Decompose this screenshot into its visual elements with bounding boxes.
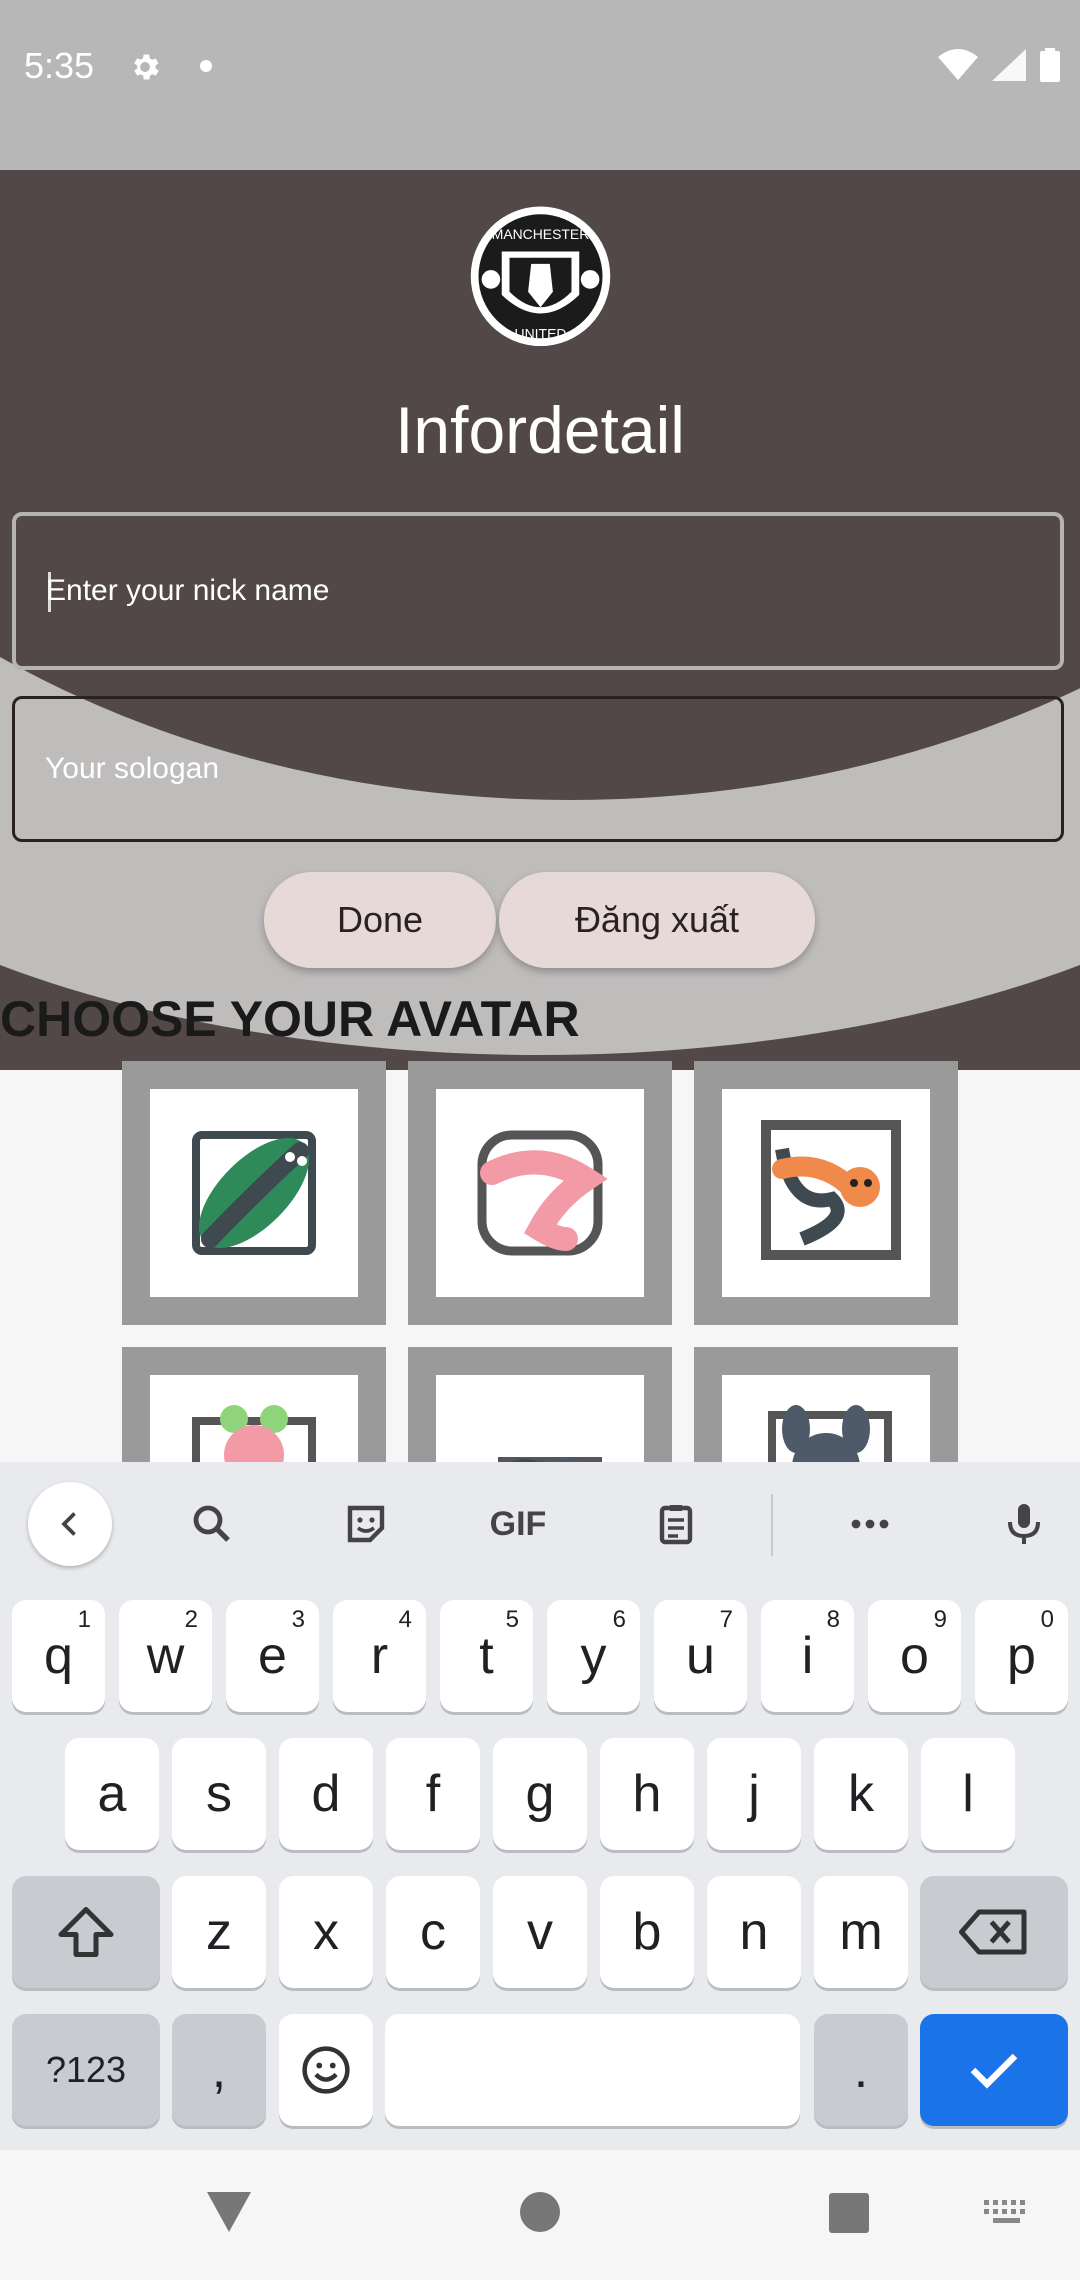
enter-key[interactable] [920,2014,1068,2126]
keyboard-toolbar: GIF [0,1462,1080,1586]
symbols-key[interactable]: ?123 [12,2014,160,2126]
toolbar-divider [771,1494,773,1556]
key-hint: 7 [719,1606,733,1633]
backspace-icon [959,1909,1027,1955]
key-n[interactable]: n [707,1876,801,1988]
key-label: e [258,1627,287,1685]
key-h[interactable]: h [600,1738,694,1850]
key-hint: 8 [826,1606,840,1633]
key-d[interactable]: d [279,1738,373,1850]
key-u[interactable]: u7 [654,1600,747,1712]
caterpillar-leaf-avatar [192,1131,316,1255]
key-m[interactable]: m [814,1876,908,1988]
key-y[interactable]: y6 [547,1600,640,1712]
key-label: q [44,1627,73,1685]
key-i[interactable]: i8 [761,1600,854,1712]
key-hint: 3 [291,1606,305,1633]
key-hint: 9 [933,1606,947,1633]
status-icons [938,48,1060,82]
chevron-left-icon[interactable] [28,1482,112,1566]
key-t[interactable]: t5 [440,1600,533,1712]
system-nav-bar [0,2150,1080,2280]
clipboard-icon[interactable] [636,1484,716,1564]
comma-key[interactable]: , [172,2014,266,2126]
avatar-option-2[interactable] [408,1061,672,1325]
notification-dot-icon [200,60,212,72]
slogan-placeholder: Your sologan [45,752,220,785]
club-logo: MANCHESTER UNITED [470,206,611,347]
shift-icon [58,1907,114,1957]
gear-icon [128,50,162,89]
soft-keyboard: GIF q1 w2 e3 r4 t5 y6 u7 i8 o9 p0 a s d … [0,1462,1080,2150]
key-z[interactable]: z [172,1876,266,1988]
key-o[interactable]: o9 [868,1600,961,1712]
key-hint: 0 [1040,1606,1054,1633]
logout-button[interactable]: Đăng xuất [499,872,815,968]
key-f[interactable]: f [386,1738,480,1850]
logo-text-bottom: UNITED [515,325,567,341]
key-q[interactable]: q1 [12,1600,105,1712]
key-a[interactable]: a [65,1738,159,1850]
checkmark-icon [970,2053,1018,2089]
cellular-signal-icon [992,49,1026,81]
key-r[interactable]: r4 [333,1600,426,1712]
page-title: Infordetail [395,393,685,467]
key-label: u [686,1627,715,1685]
key-p[interactable]: p0 [975,1600,1068,1712]
key-hint: 4 [398,1606,412,1633]
emoji-icon [302,2046,350,2094]
avatar-option-3[interactable] [694,1061,958,1325]
search-icon[interactable] [172,1484,252,1564]
recents-square-icon[interactable] [828,2192,870,2234]
key-label: w [146,1627,185,1685]
shift-key[interactable] [12,1876,160,1988]
key-label: p [1007,1627,1036,1685]
key-c[interactable]: c [386,1876,480,1988]
key-label: o [900,1627,929,1685]
keyboard-icon[interactable] [984,2200,1030,2228]
space-key[interactable] [385,2014,800,2126]
key-label: t [479,1627,494,1685]
key-w[interactable]: w2 [119,1600,212,1712]
key-e[interactable]: e3 [226,1600,319,1712]
battery-icon [1040,48,1060,82]
logo-text-top: MANCHESTER [492,226,590,242]
key-b[interactable]: b [600,1876,694,1988]
home-circle-icon[interactable] [518,2190,562,2234]
key-k[interactable]: k [814,1738,908,1850]
key-label: y [580,1627,607,1685]
avatar-section-title: CHOOSE YOUR AVATAR [0,991,580,1047]
key-label: i [801,1627,814,1685]
key-g[interactable]: g [493,1738,587,1850]
avatar-option-1[interactable] [122,1061,386,1325]
nickname-input[interactable]: Enter your nick name [12,512,1064,670]
status-time: 5:35 [24,45,95,86]
key-hint: 1 [77,1606,91,1633]
status-bar: 5:35 [0,0,1080,170]
emoji-key[interactable] [279,2014,373,2126]
period-key[interactable]: . [814,2014,908,2126]
key-j[interactable]: j [707,1738,801,1850]
more-icon[interactable] [830,1484,910,1564]
key-s[interactable]: s [172,1738,266,1850]
backspace-key[interactable] [920,1876,1068,1988]
pink-worm-avatar [477,1130,608,1256]
key-hint: 5 [505,1606,519,1633]
orange-worm-avatar [761,1120,901,1260]
gif-button[interactable]: GIF [478,1484,558,1564]
microphone-icon[interactable] [984,1484,1064,1564]
key-l[interactable]: l [921,1738,1015,1850]
sticker-icon[interactable] [326,1484,406,1564]
done-button[interactable]: Done [264,872,496,968]
key-label: r [370,1627,389,1685]
slogan-input[interactable]: Your sologan [12,696,1064,842]
key-hint: 6 [612,1606,626,1633]
key-x[interactable]: x [279,1876,373,1988]
wifi-icon [938,49,978,80]
key-hint: 2 [184,1606,198,1633]
back-triangle-icon[interactable] [205,2190,253,2234]
key-v[interactable]: v [493,1876,587,1988]
nickname-placeholder: Enter your nick name [46,574,330,607]
